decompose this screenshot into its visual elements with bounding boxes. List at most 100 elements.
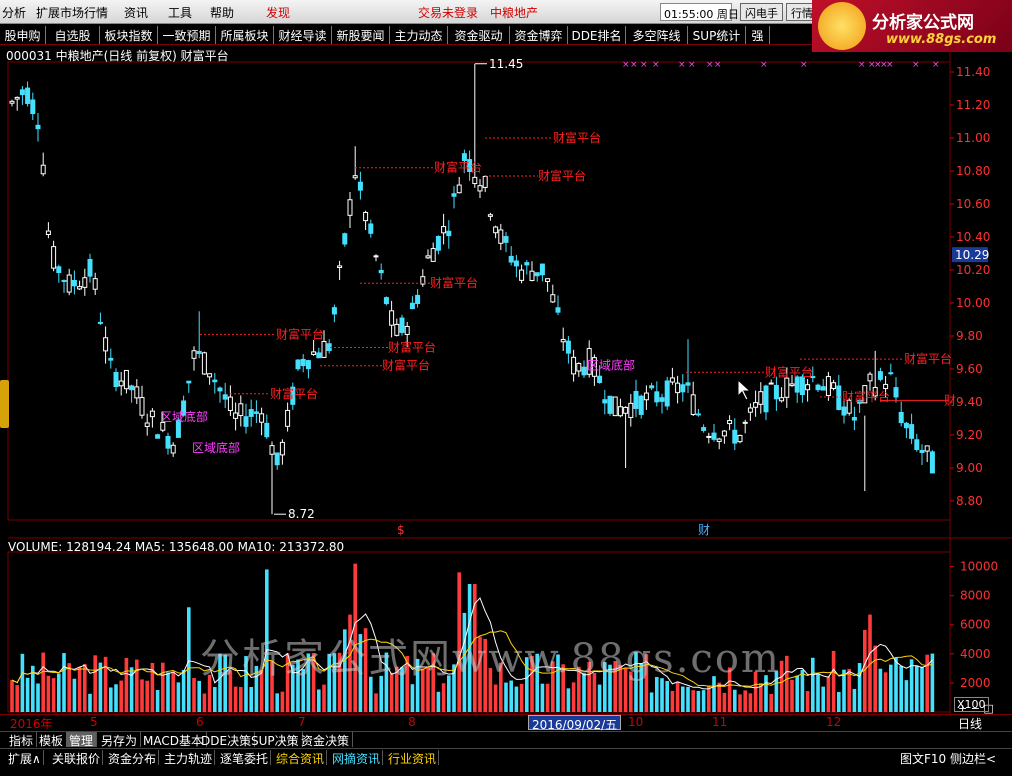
- feature-tab[interactable]: 强: [746, 26, 770, 44]
- zone-bottom-label: 区域底部: [587, 358, 635, 373]
- volume-tick-label: 8000: [960, 589, 991, 603]
- feature-tab[interactable]: 财经导读: [274, 26, 332, 44]
- top-x-marker: ×: [688, 60, 696, 70]
- volume-bar: [878, 668, 883, 712]
- volume-bar: [764, 675, 768, 712]
- feature-tab[interactable]: 主力动态: [390, 26, 448, 44]
- side-panel-handle[interactable]: [0, 380, 9, 428]
- candle-body: [394, 323, 400, 336]
- menu-discover[interactable]: 发现: [266, 4, 290, 21]
- menu-item[interactable]: 资讯: [124, 4, 148, 21]
- feature-tab[interactable]: 新股要闻: [332, 26, 390, 44]
- candle-body: [706, 435, 712, 438]
- volume-bar: [457, 572, 461, 712]
- candle-body: [51, 246, 57, 269]
- feature-tab[interactable]: 资金驱动: [448, 26, 510, 44]
- menu-item[interactable]: 扩展市场行情: [36, 4, 108, 21]
- indicator-tab[interactable]: MACD基本: [140, 732, 207, 748]
- volume-bar: [327, 653, 331, 712]
- feature-tab[interactable]: 自选股: [46, 26, 100, 44]
- feature-tab[interactable]: 股申购: [0, 26, 46, 44]
- top-x-marker: ×: [630, 60, 638, 70]
- volume-bar: [675, 681, 680, 712]
- candle-body: [456, 184, 462, 194]
- candle-body: [233, 412, 239, 419]
- candle-body: [305, 360, 311, 370]
- price-tick-label: 10.60: [956, 197, 990, 211]
- candle-body: [40, 164, 46, 175]
- candle-body: [425, 255, 431, 259]
- zone-bottom-label: 区域底部: [192, 440, 240, 455]
- indicator-tab[interactable]: SUP决策: [248, 732, 303, 748]
- candle-body: [513, 260, 519, 267]
- indicator-tab[interactable]: DDE决策: [198, 732, 256, 748]
- price-tick-label: 10.20: [956, 263, 990, 277]
- signal-label: 财富平台: [270, 386, 318, 401]
- candle-body: [851, 416, 857, 421]
- feature-tab[interactable]: 资金博弈: [510, 26, 568, 44]
- volume-bar: [707, 685, 711, 712]
- volume-bar: [239, 686, 243, 712]
- candle-body: [498, 229, 504, 244]
- function-tabs: 图文F10 侧边栏< 扩展∧ 关联报价 资金分布 主力轨迹 逐笔委托 综合资讯 网摘资讯 行业…: [0, 748, 1012, 776]
- function-tab[interactable]: 网摘资讯: [330, 750, 384, 766]
- feature-tab[interactable]: 一致预期: [158, 26, 216, 44]
- feature-tab[interactable]: DDE排名: [568, 26, 626, 44]
- indicator-tab[interactable]: 模板: [36, 732, 68, 748]
- function-tab[interactable]: 行业资讯: [386, 750, 440, 766]
- candle-body: [758, 391, 764, 405]
- candle-body: [409, 302, 415, 310]
- volume-bar: [712, 676, 716, 712]
- mouse-cursor-icon: [737, 378, 752, 401]
- volume-bar: [930, 653, 935, 712]
- volume-bar: [837, 692, 841, 712]
- current-date: 2016/09/02/五: [528, 715, 622, 732]
- candle-body: [227, 396, 233, 411]
- volume-bar: [140, 679, 144, 712]
- period-label[interactable]: 日线: [958, 715, 982, 732]
- function-tab[interactable]: 逐笔委托: [218, 750, 272, 766]
- function-tab[interactable]: 主力轨迹: [162, 750, 216, 766]
- high-price-label: 11.45: [489, 57, 523, 71]
- price-tick-label: 10.00: [956, 296, 990, 310]
- menu-item[interactable]: 工具: [168, 4, 192, 21]
- volume-bar: [51, 678, 56, 712]
- candle-body: [201, 352, 207, 375]
- feature-tab[interactable]: SUP统计: [688, 26, 746, 44]
- candlestick-chart[interactable]: 11.40 11.20 11.00 10.80 10.60 10.40 10.20 10.00…: [0, 45, 1012, 715]
- function-tab[interactable]: 综合资讯: [274, 750, 328, 766]
- volume-bar: [233, 686, 238, 712]
- indicator-tab[interactable]: 指标: [6, 732, 38, 748]
- volume-bar: [785, 655, 789, 712]
- menu-item[interactable]: 帮助: [210, 4, 234, 21]
- volume-bar: [504, 682, 508, 712]
- volume-bar: [15, 685, 19, 712]
- function-tab[interactable]: 扩展∧: [6, 750, 44, 766]
- volume-bar: [161, 662, 165, 712]
- function-tab[interactable]: 关联报价: [50, 750, 104, 766]
- candle-body: [108, 357, 114, 361]
- candle-body: [909, 424, 915, 439]
- candle-body: [888, 372, 894, 375]
- date-tick-label: 7: [298, 715, 306, 729]
- candle-body: [789, 383, 795, 387]
- candle-body: [482, 175, 488, 188]
- indicator-tab[interactable]: 另存为: [98, 732, 142, 748]
- candle-body: [690, 394, 696, 415]
- function-tab[interactable]: 资金分布: [106, 750, 160, 766]
- feature-tab[interactable]: 所属板块: [216, 26, 274, 44]
- volume-bar: [769, 694, 773, 712]
- indicator-tab[interactable]: 资金决策: [298, 732, 354, 748]
- candle-body: [581, 366, 587, 376]
- feature-tab[interactable]: 板块指数: [100, 26, 158, 44]
- volume-bar: [421, 668, 425, 712]
- menu-item[interactable]: 分析: [2, 4, 26, 21]
- flash-trade-button[interactable]: 闪电手: [740, 3, 783, 21]
- candle-body: [363, 211, 369, 222]
- feature-tab[interactable]: 多空阵线: [626, 26, 688, 44]
- f10-sidebar-buttons[interactable]: 图文F10 侧边栏<: [900, 750, 996, 767]
- volume-bar: [452, 664, 456, 712]
- volume-bar: [582, 673, 586, 712]
- volume-bar: [213, 687, 217, 712]
- indicator-tab[interactable]: 管理: [66, 732, 98, 748]
